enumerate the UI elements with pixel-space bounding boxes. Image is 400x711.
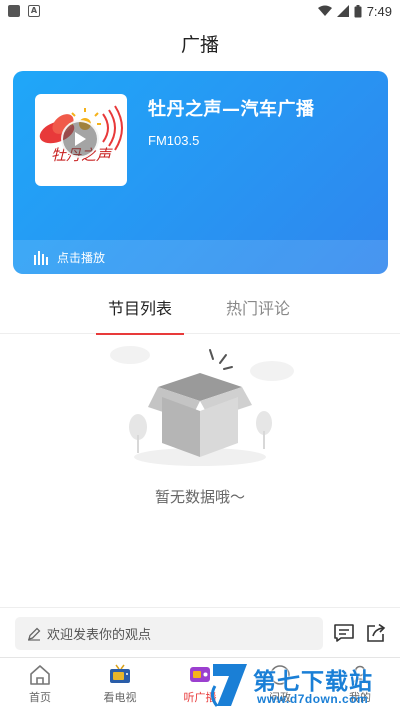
- watermark-text: 第七下载站: [253, 669, 373, 695]
- message-icon: [334, 624, 354, 642]
- play-icon: [75, 132, 86, 146]
- page-title: 广播: [180, 33, 219, 56]
- empty-box-illustration: [110, 346, 294, 466]
- audio-bars-icon: [34, 251, 48, 265]
- notification-icon: [8, 5, 20, 17]
- play-label: 点击播放: [57, 250, 106, 265]
- pencil-icon: [28, 627, 41, 641]
- watermark-logo: [210, 664, 247, 707]
- clock: 7:49: [366, 3, 392, 19]
- comment-placeholder: 欢迎发表你的观点: [47, 628, 152, 643]
- watermark: 第七下载站 www.d7down.com: [205, 660, 400, 711]
- status-bar: A 7:49: [0, 0, 400, 22]
- nav-home[interactable]: 首页: [0, 658, 80, 711]
- nav-watch-tv-label: 看电视: [103, 691, 137, 704]
- play-button[interactable]: [61, 120, 99, 158]
- signal-icon: [336, 5, 349, 17]
- station-frequency: FM103.5: [148, 133, 200, 148]
- share-icon: [367, 623, 386, 642]
- tab-bar: 节目列表 热门评论: [0, 292, 400, 335]
- tab-hot-comments-label: 热门评论: [225, 299, 290, 318]
- home-icon: [30, 665, 50, 685]
- empty-message: 暂无数据哦～: [154, 488, 245, 506]
- tab-program-list-label: 节目列表: [107, 299, 172, 318]
- tab-program-list[interactable]: 节目列表: [94, 292, 186, 335]
- share-button[interactable]: [365, 622, 387, 644]
- screen: A 7:49 广播 牡丹之声—汽车广播 FM103.5 点击播放 节目列表 热门…: [0, 0, 400, 711]
- station-cover[interactable]: 牡丹之声: [35, 94, 127, 186]
- watermark-url: www.d7down.com: [257, 692, 369, 706]
- tv-icon: [110, 664, 130, 683]
- battery-icon: [354, 4, 362, 17]
- tab-hot-comments[interactable]: 热门评论: [212, 292, 304, 334]
- station-card[interactable]: 牡丹之声 牡丹之声—汽车广播 FM103.5 点击播放: [13, 71, 388, 274]
- nav-home-label: 首页: [29, 691, 51, 704]
- wifi-icon: [317, 5, 332, 16]
- app-notification-icon: A: [28, 5, 40, 17]
- nav-watch-tv[interactable]: 看电视: [80, 658, 160, 711]
- comments-button[interactable]: [333, 622, 355, 644]
- station-name: 牡丹之声—汽车广播: [148, 99, 315, 120]
- comment-bar: 欢迎发表你的观点: [0, 607, 400, 657]
- title-bar: 广播: [0, 22, 400, 64]
- play-bar[interactable]: 点击播放: [13, 240, 388, 274]
- comment-input[interactable]: 欢迎发表你的观点: [15, 617, 323, 650]
